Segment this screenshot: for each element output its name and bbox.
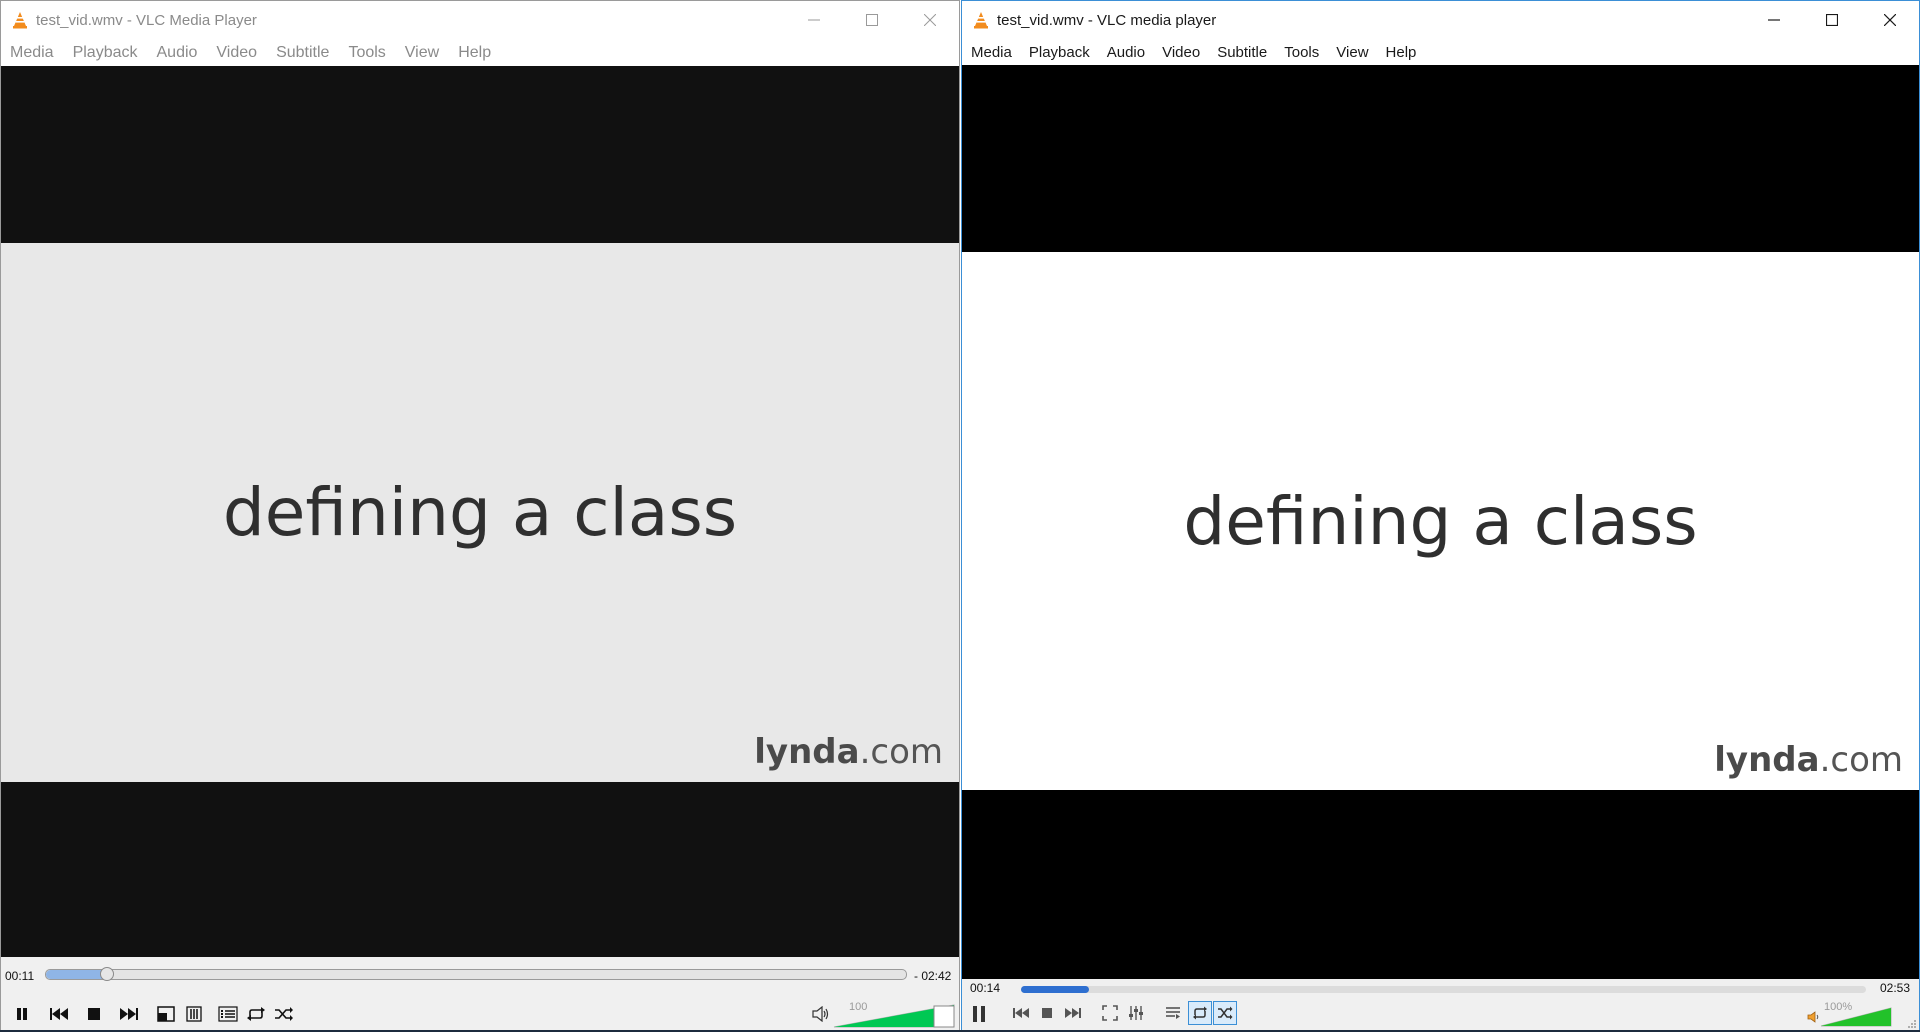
menu-tools[interactable]: Tools [339,43,395,63]
mute-button[interactable] [808,1001,834,1027]
speaker-icon [1807,1011,1819,1023]
video-frame: defining a class lynda.com [962,252,1919,790]
volume-slider[interactable] [833,1004,955,1028]
seek-handle[interactable] [100,967,115,981]
pause-icon [17,1008,27,1020]
menu-view[interactable]: View [1327,43,1376,63]
next-icon [1065,1008,1081,1018]
stop-button[interactable] [1035,1001,1059,1025]
random-button[interactable] [271,1001,297,1027]
loop-button[interactable] [243,1001,269,1027]
total-time[interactable]: 02:53 [1880,981,1910,995]
previous-button[interactable] [1009,1001,1033,1025]
close-button[interactable] [901,1,959,39]
playlist-button[interactable] [215,1001,241,1027]
playlist-icon [1166,1007,1180,1019]
menu-subtitle[interactable]: Subtitle [267,43,339,63]
stop-icon [88,1008,100,1020]
pause-icon [973,1006,985,1022]
previous-icon [1013,1008,1029,1018]
window-title: test_vid.wmv - VLC Media Player [36,12,257,29]
menu-bar: Media Playback Audio Video Subtitle Tool… [1,39,959,66]
minimize-button[interactable] [785,1,843,39]
minimize-button[interactable] [1745,1,1803,39]
next-button[interactable] [1061,1001,1085,1025]
vlc-window-right: test_vid.wmv - VLC media player Media Pl… [961,0,1920,1032]
menu-video[interactable]: Video [207,43,267,63]
resize-grip-icon[interactable] [1907,1019,1917,1029]
vlc-cone-icon [13,12,27,29]
menu-playback[interactable]: Playback [1020,43,1098,63]
play-pause-button[interactable] [9,1001,35,1027]
next-icon [120,1008,138,1020]
elapsed-time[interactable]: 00:14 [970,981,1000,995]
vlc-window-left: test_vid.wmv - VLC Media Player Media Pl… [0,0,960,1032]
next-button[interactable] [116,1001,142,1027]
seek-slider[interactable] [45,967,907,981]
video-caption: defining a class [1183,482,1698,560]
menu-bar: Media Playback Audio Video Subtitle Tool… [962,39,1919,66]
extended-settings-icon [186,1006,202,1022]
seek-slider[interactable] [1021,986,1866,993]
extended-settings-button[interactable] [1124,1001,1148,1025]
menu-media[interactable]: Media [962,43,1020,63]
lynda-logo: lynda.com [754,732,943,772]
menu-playback[interactable]: Playback [64,43,148,63]
maximize-button[interactable] [1803,1,1861,39]
loop-icon [1193,1006,1207,1020]
menu-video[interactable]: Video [1153,43,1208,63]
loop-button[interactable] [1188,1001,1212,1025]
extended-settings-button[interactable] [181,1001,207,1027]
menu-subtitle[interactable]: Subtitle [1208,43,1275,63]
fullscreen-icon [1102,1005,1118,1021]
lynda-logo: lynda.com [1714,740,1903,780]
fullscreen-button[interactable] [153,1001,179,1027]
previous-button[interactable] [46,1001,72,1027]
menu-audio[interactable]: Audio [148,43,208,63]
seek-progress [46,970,108,979]
title-bar[interactable]: test_vid.wmv - VLC media player [962,1,1919,39]
controls-panel: 00:11 - 02:42 100 [1,957,959,1031]
playlist-icon [218,1006,238,1022]
volume-slider[interactable] [1820,1007,1892,1027]
previous-icon [50,1008,68,1020]
menu-help[interactable]: Help [449,43,501,63]
video-area[interactable]: defining a class lynda.com [1,66,959,957]
menu-media[interactable]: Media [1,43,64,63]
remaining-time[interactable]: - 02:42 [914,969,951,983]
menu-tools[interactable]: Tools [1275,43,1327,63]
menu-help[interactable]: Help [1377,43,1425,63]
random-button[interactable] [1213,1001,1237,1025]
speaker-icon [812,1006,829,1022]
controls-panel: 00:14 02:53 100% [962,979,1919,1031]
fullscreen-icon [157,1006,175,1022]
video-caption: defining a class [222,474,738,551]
seek-progress [1021,986,1090,993]
fullscreen-button[interactable] [1098,1001,1122,1025]
menu-view[interactable]: View [396,43,449,63]
random-icon [275,1007,293,1021]
close-button[interactable] [1861,1,1919,39]
vlc-cone-icon [974,12,988,29]
video-frame: defining a class lynda.com [1,243,959,782]
stop-button[interactable] [81,1001,107,1027]
elapsed-time[interactable]: 00:11 [5,969,34,983]
window-title: test_vid.wmv - VLC media player [997,12,1217,29]
menu-audio[interactable]: Audio [1098,43,1153,63]
maximize-button[interactable] [843,1,901,39]
title-bar[interactable]: test_vid.wmv - VLC Media Player [1,1,959,39]
video-area[interactable]: defining a class lynda.com [962,65,1919,979]
stop-icon [1042,1008,1052,1018]
random-icon [1218,1006,1233,1020]
extended-settings-icon [1129,1006,1143,1020]
play-pause-button[interactable] [966,1001,992,1027]
playlist-button[interactable] [1161,1001,1185,1025]
loop-icon [247,1007,265,1021]
